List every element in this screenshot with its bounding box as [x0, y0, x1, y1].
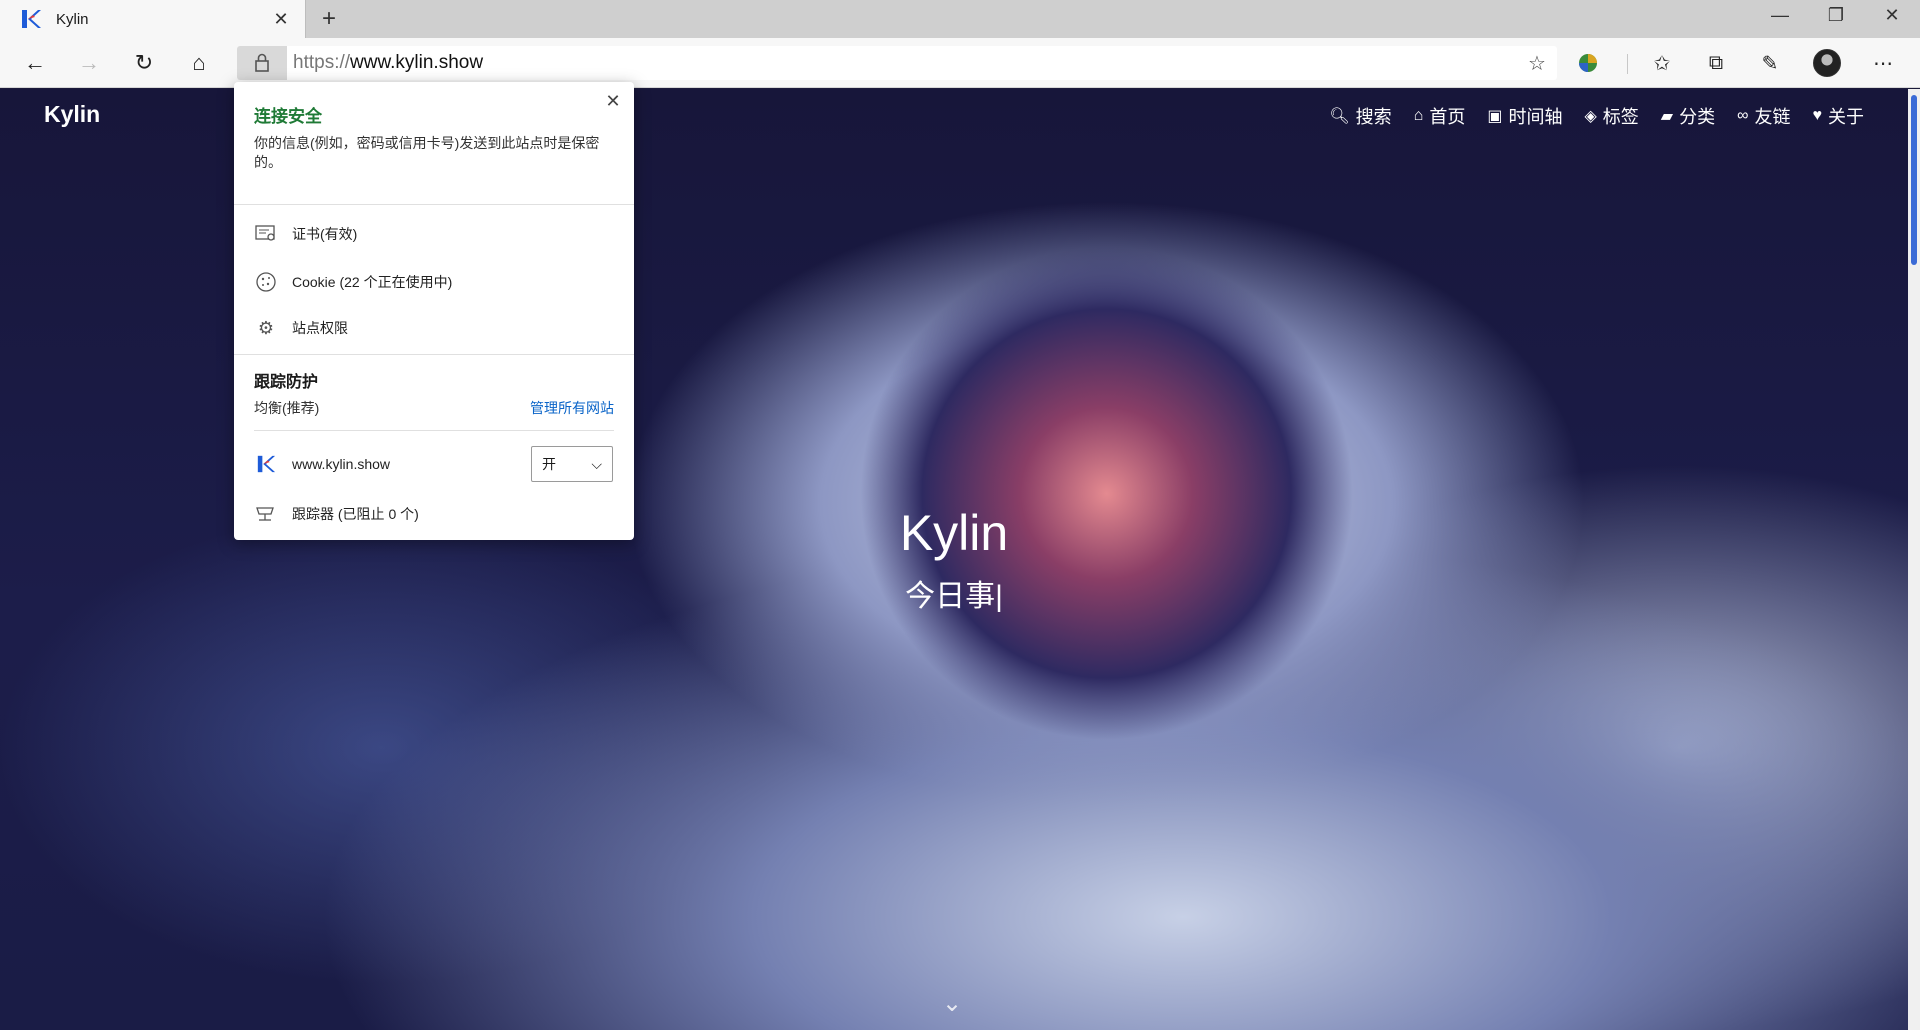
certificate-label: 证书(有效)	[292, 226, 358, 242]
nav-search[interactable]: 🔍︎ 搜索	[1329, 103, 1391, 129]
tracking-level: 均衡(推荐)	[254, 400, 320, 416]
favorites-icon[interactable]: ✩	[1643, 46, 1681, 80]
cookies-label: Cookie (22 个正在使用中)	[292, 274, 453, 290]
forward-icon[interactable]: →	[72, 46, 106, 80]
divider	[234, 354, 634, 355]
nav-label: 关于	[1828, 107, 1864, 127]
collections-icon[interactable]: ⧉	[1697, 46, 1735, 80]
folder-icon: ▰	[1660, 108, 1674, 125]
scrollbar-thumb[interactable]	[1911, 95, 1917, 265]
browser-toolbar: ← → ↻ ⌂ https://www.kylin.show ☆ ✩ ⧉ ✎ ⋯	[0, 38, 1920, 88]
address-bar[interactable]: https://www.kylin.show ☆	[237, 46, 1557, 80]
close-tab-icon[interactable]: ✕	[269, 7, 293, 31]
avatar	[1813, 49, 1841, 77]
back-icon[interactable]: ←	[18, 46, 52, 80]
trackers-row[interactable]: 跟踪器 (已阻止 0 个)	[254, 500, 419, 528]
connection-secure-title: 连接安全	[254, 107, 322, 126]
divider	[254, 430, 614, 431]
permissions-label: 站点权限	[292, 320, 348, 336]
url-host: www.kylin.show	[350, 52, 484, 73]
link-icon: ∞	[1737, 107, 1749, 124]
feedback-icon[interactable]: ✎	[1751, 46, 1789, 80]
nav-label: 友链	[1754, 107, 1791, 127]
tags-icon: ◈	[1584, 108, 1597, 125]
scroll-down-chevron-icon[interactable]: ⌄	[942, 989, 962, 1018]
site-security-popup: ✕ 连接安全 你的信息(例如，密码或信用卡号)发送到此站点时是保密的。 证书(有…	[234, 82, 634, 540]
home-icon: ⌂	[1413, 107, 1424, 124]
nav-links[interactable]: ∞ 友链	[1737, 103, 1790, 129]
divider	[234, 204, 634, 205]
minimize-button[interactable]: —	[1752, 0, 1808, 30]
nav-label: 标签	[1602, 107, 1639, 127]
extension-icon[interactable]	[1569, 46, 1607, 80]
lock-icon[interactable]	[237, 46, 287, 80]
tracking-prevention-title: 跟踪防护	[254, 374, 319, 391]
chevron-down-icon: ⌵	[591, 455, 602, 472]
tab-kylin[interactable]: Kylin ✕	[0, 0, 306, 38]
select-value: 开	[542, 456, 556, 472]
site-permissions-row[interactable]: ⚙ 站点权限	[254, 314, 348, 342]
site-logo[interactable]: Kylin	[44, 101, 100, 128]
tracking-toggle-select[interactable]: 开 ⌵	[531, 446, 613, 482]
nav-label: 时间轴	[1508, 107, 1563, 127]
nav-home[interactable]: ⌂ 首页	[1414, 103, 1466, 129]
url-protocol: https://	[293, 52, 351, 73]
certificate-icon	[254, 222, 278, 246]
hero-subtitle: 今日事|	[905, 580, 1003, 613]
close-window-button[interactable]: ✕	[1864, 0, 1920, 30]
toolbar-divider	[1627, 54, 1628, 74]
site-nav: 🔍︎ 搜索 ⌂ 首页 ▣ 时间轴 ◈ 标签 ▰ 分类 ∞ 友链 ♥ 关于	[1329, 103, 1864, 129]
tab-title: Kylin	[56, 10, 89, 28]
gear-icon: ⚙	[257, 317, 275, 338]
close-icon[interactable]: ✕	[602, 90, 624, 112]
nav-label: 首页	[1429, 107, 1466, 127]
tracker-camera-icon	[254, 502, 278, 526]
refresh-icon[interactable]: ↻	[127, 46, 161, 80]
heart-icon: ♥	[1812, 107, 1823, 124]
search-icon: 🔍︎	[1329, 108, 1350, 125]
nav-label: 分类	[1679, 107, 1716, 127]
url-text[interactable]: https://www.kylin.show	[293, 52, 1517, 74]
certificate-row[interactable]: 证书(有效)	[254, 220, 357, 248]
kylin-favicon-icon	[254, 452, 278, 476]
restore-button[interactable]: ❐	[1808, 0, 1864, 30]
site-host-label: www.kylin.show	[292, 456, 391, 472]
manage-all-sites-link[interactable]: 管理所有网站	[530, 398, 614, 418]
nav-categories[interactable]: ▰ 分类	[1661, 103, 1715, 129]
nav-timeline[interactable]: ▣ 时间轴	[1487, 103, 1562, 129]
tab-strip: Kylin ✕ + — ❐ ✕	[0, 0, 1920, 38]
cookies-row[interactable]: Cookie (22 个正在使用中)	[254, 268, 452, 296]
new-tab-button[interactable]: +	[316, 5, 342, 32]
site-tracking-row: www.kylin.show	[254, 450, 390, 478]
nav-tags[interactable]: ◈ 标签	[1584, 103, 1638, 129]
nav-about[interactable]: ♥ 关于	[1813, 103, 1865, 129]
cookie-icon	[254, 270, 278, 294]
archive-icon: ▣	[1487, 108, 1503, 125]
kylin-favicon-icon	[22, 10, 41, 28]
connection-description: 你的信息(例如，密码或信用卡号)发送到此站点时是保密的。	[254, 135, 600, 170]
profile-avatar[interactable]	[1808, 46, 1846, 80]
home-button-icon[interactable]: ⌂	[182, 46, 216, 80]
page-scrollbar[interactable]	[1908, 89, 1920, 1030]
favorite-star-icon[interactable]: ☆	[1517, 46, 1557, 80]
nav-label: 搜索	[1355, 107, 1392, 127]
more-menu-icon[interactable]: ⋯	[1864, 46, 1902, 80]
trackers-label: 跟踪器 (已阻止 0 个)	[292, 506, 419, 522]
